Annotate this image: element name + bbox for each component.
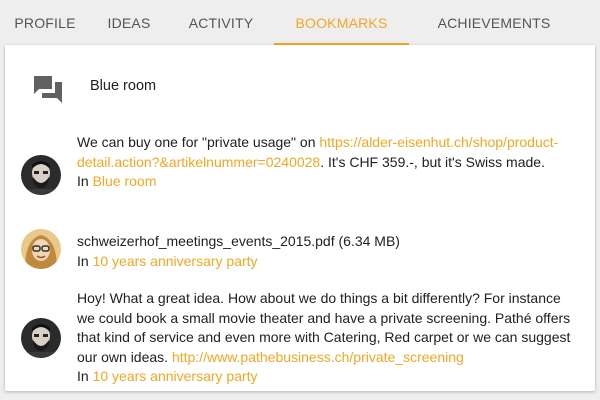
tab-activity[interactable]: ACTIVITY xyxy=(168,0,274,45)
list-item: Hoy! What a great idea. How about we do … xyxy=(5,285,595,391)
entry-text: We can buy one for "private usage" on xyxy=(77,134,320,150)
in-label: In xyxy=(77,173,93,189)
tab-bookmarks[interactable]: BOOKMARKS xyxy=(274,0,409,45)
attachment-filename[interactable]: schweizerhof_meetings_events_2015.pdf (6… xyxy=(77,233,400,249)
screening-link[interactable]: http://www.pathebusiness.ch/private_scre… xyxy=(172,349,464,365)
room-link[interactable]: 10 years anniversary party xyxy=(93,368,258,384)
avatar[interactable] xyxy=(21,318,61,358)
forum-icon xyxy=(34,76,62,103)
entry-location: In Blue room xyxy=(77,172,582,192)
list-item: We can buy one for "private usage" on ht… xyxy=(5,130,595,215)
in-label: In xyxy=(77,252,93,269)
in-label: In xyxy=(77,368,93,384)
room-header: Blue room xyxy=(5,45,595,130)
list-item: schweizerhof_meetings_events_2015.pdf (6… xyxy=(5,225,595,275)
tab-ideas[interactable]: IDEAS xyxy=(90,0,168,45)
tab-achievements[interactable]: ACHIEVEMENTS xyxy=(409,0,579,45)
entry-location: In 10 years anniversary party xyxy=(77,367,582,387)
room-link[interactable]: Blue room xyxy=(93,173,157,189)
tab-profile[interactable]: PROFILE xyxy=(0,0,90,45)
entry-text-suffix: . It's CHF 359.-, but it's Swiss made. xyxy=(320,153,545,170)
avatar[interactable] xyxy=(21,229,61,269)
avatar[interactable] xyxy=(21,155,61,195)
room-link[interactable]: 10 years anniversary party xyxy=(93,253,258,269)
bookmarks-card: Blue room We can buy one for "private us… xyxy=(5,45,595,391)
room-title[interactable]: Blue room xyxy=(90,78,156,94)
tab-bar: PROFILE IDEAS ACTIVITY BOOKMARKS ACHIEVE… xyxy=(0,0,600,45)
entry-location: In 10 years anniversary party xyxy=(77,252,582,272)
